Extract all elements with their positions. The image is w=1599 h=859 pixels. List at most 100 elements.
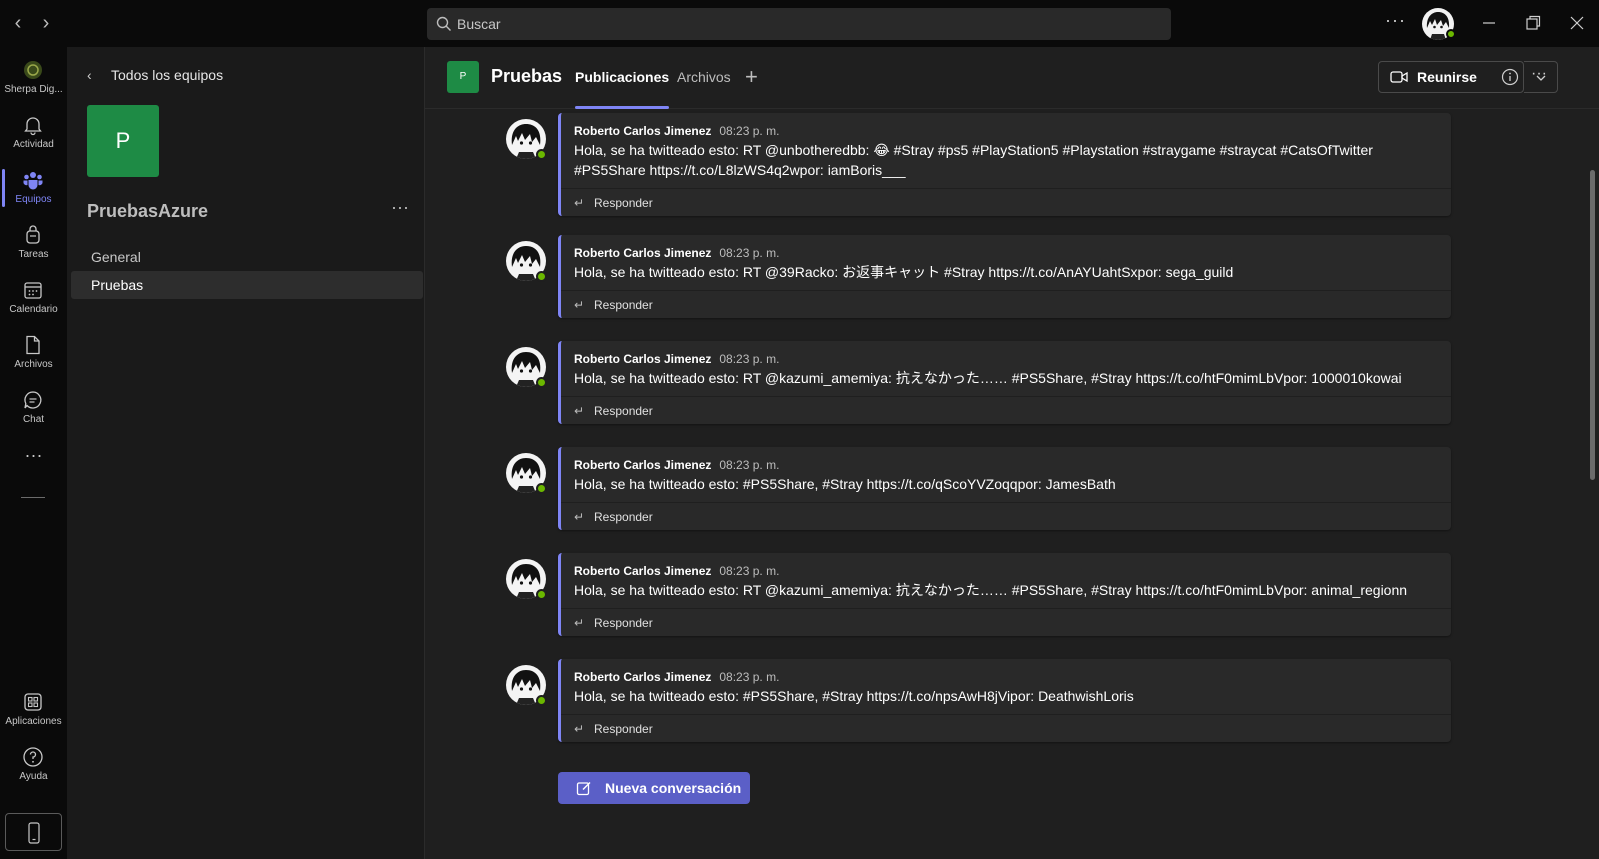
reply-label: Responder [594,404,653,418]
rail-org[interactable]: Sherpa Dig... [0,55,67,107]
post-author[interactable]: Roberto Carlos Jimenez [574,458,711,472]
meet-label: Reunirse [1417,69,1477,85]
mobile-app-button[interactable] [5,813,62,851]
presence-available-icon [536,377,547,388]
forward-arrow-icon[interactable]: › [36,12,56,34]
rail-item-equipos[interactable]: Equipos [0,165,67,217]
post-author[interactable]: Roberto Carlos Jimenez [574,564,711,578]
rail-item-chat[interactable]: Chat [0,385,67,437]
file-icon [26,335,40,355]
reply-arrow-icon: ↵ [574,616,585,630]
reply-label: Responder [594,616,653,630]
post-message: Hola, se ha twitteado esto: RT @39Racko:… [574,264,1234,280]
reply-button[interactable]: ↵ Responder [561,188,1451,216]
search-placeholder: Buscar [457,16,501,32]
reply-button[interactable]: ↵ Responder [561,608,1451,636]
rail-item-label: Calendario [9,304,58,315]
video-camera-icon [1390,71,1408,83]
rail-item-label: Ayuda [19,771,48,782]
close-icon[interactable] [1566,12,1588,34]
back-arrow-icon[interactable]: ‹ [8,12,28,34]
rail-item-calendario[interactable]: Calendario [0,275,67,327]
rail-org-label: Sherpa Dig... [4,84,63,95]
channel-more-options-icon[interactable]: ··· [1531,65,1547,83]
title-bar: ‹ › Buscar ··· [0,0,1599,47]
reply-button[interactable]: ↵ Responder [561,714,1451,742]
tasks-icon [26,225,40,244]
team-more-options-icon[interactable]: ··· [391,197,409,218]
rail-divider [21,497,45,498]
help-icon [23,747,43,767]
more-apps-icon[interactable]: ··· [0,445,67,466]
all-teams-link[interactable]: ‹ Todos los equipos [87,67,223,83]
post-timestamp: 08:23 p. m. [719,352,780,366]
message-card: Roberto Carlos Jimenez 08:23 p. m. Hola, … [558,113,1451,216]
reply-button[interactable]: ↵ Responder [561,502,1451,530]
rail-item-label: Archivos [14,359,53,370]
team-avatar-tile: P [87,105,159,177]
rail-item-label: Equipos [15,194,52,205]
more-options-icon[interactable]: ··· [1385,10,1406,31]
post-author[interactable]: Roberto Carlos Jimenez [574,352,711,366]
calendar-icon [24,282,42,299]
post: Roberto Carlos Jimenez 08:23 p. m. Hola, … [425,655,1599,755]
presence-available-icon [536,589,547,600]
reply-label: Responder [594,722,653,736]
feed-scrollbar[interactable] [1590,170,1595,480]
channel-item-general[interactable]: General [71,243,423,271]
chevron-left-icon: ‹ [87,67,92,83]
post-author[interactable]: Roberto Carlos Jimenez [574,246,711,260]
message-card: Roberto Carlos Jimenez 08:23 p. m. Hola, … [558,447,1451,530]
post-timestamp: 08:23 p. m. [719,124,780,138]
team-panel: ‹ Todos los equipos P PruebasAzure ··· Ge… [67,47,425,859]
post-timestamp: 08:23 p. m. [719,564,780,578]
channel-title: Pruebas [491,66,563,86]
post-author[interactable]: Roberto Carlos Jimenez [574,124,711,138]
reply-arrow-icon: ↵ [574,298,585,312]
restore-icon[interactable] [1522,12,1544,34]
post: Roberto Carlos Jimenez 08:23 p. m. Hola, … [425,549,1599,649]
post: Roberto Carlos Jimenez 08:23 p. m. Hola, … [425,337,1599,437]
app-rail: Sherpa Dig... Actividad Equipos Tareas C… [0,47,67,859]
channel-team-tile: P [447,61,479,93]
channel-item-pruebas[interactable]: Pruebas [71,271,423,299]
presence-available-icon [1446,29,1456,39]
reply-button[interactable]: ↵ Responder [561,290,1451,318]
conversation-feed: Roberto Carlos Jimenez 08:23 p. m. Hola, … [425,109,1599,859]
tab-publicaciones[interactable]: Publicaciones [575,69,670,109]
apps-icon [24,693,42,711]
post-message: Hola, se ha twitteado esto: #PS5Share, #… [574,688,1134,704]
info-icon[interactable] [1501,68,1519,86]
post-timestamp: 08:23 p. m. [719,670,780,684]
org-logo-icon [24,61,42,79]
search-input[interactable]: Buscar [427,8,1171,40]
post-message: Hola, se ha twitteado esto: RT @kazumi_a… [574,582,1408,598]
add-tab-icon[interactable]: + [745,64,758,90]
reply-arrow-icon: ↵ [574,196,585,210]
rail-item-aplicaciones[interactable]: Aplicaciones [0,687,67,739]
new-conversation-button[interactable]: Nueva conversación [558,772,750,804]
phone-icon [28,822,40,844]
rail-item-ayuda[interactable]: Ayuda [0,742,67,794]
rail-item-label: Chat [22,414,45,425]
post-timestamp: 08:23 p. m. [719,458,780,472]
rail-item-label: Aplicaciones [5,716,62,727]
compose-icon [576,782,591,796]
reply-label: Responder [594,298,653,312]
tab-archivos[interactable]: Archivos [677,69,731,109]
rail-item-archivos[interactable]: Archivos [0,330,67,382]
reply-label: Responder [594,510,653,524]
reply-label: Responder [594,196,653,210]
rail-item-label: Actividad [13,139,54,150]
reply-button[interactable]: ↵ Responder [561,396,1451,424]
post-message: Hola, se ha twitteado esto: #PS5Share, #… [574,476,1116,492]
rail-item-tareas[interactable]: Tareas [0,220,67,272]
message-card: Roberto Carlos Jimenez 08:23 p. m. Hola, … [558,341,1451,424]
post-author[interactable]: Roberto Carlos Jimenez [574,670,711,684]
reply-arrow-icon: ↵ [574,510,585,524]
presence-available-icon [536,149,547,160]
post: Roberto Carlos Jimenez 08:23 p. m. Hola, … [425,443,1599,543]
minimize-icon[interactable] [1478,12,1500,34]
bell-icon [24,117,42,136]
rail-item-actividad[interactable]: Actividad [0,110,67,162]
